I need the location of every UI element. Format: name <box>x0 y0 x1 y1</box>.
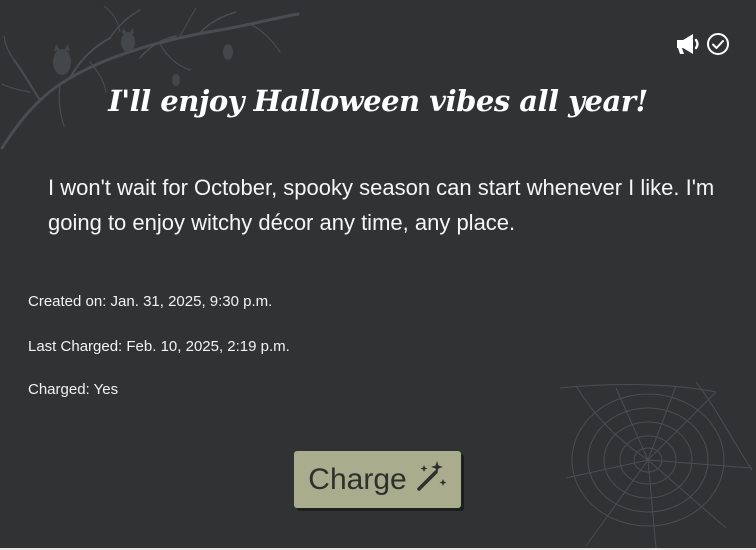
card-actions <box>674 30 732 58</box>
check-circle-icon[interactable] <box>704 30 732 58</box>
charged-status-text: Charged: Yes <box>28 381 119 398</box>
magic-wand-icon <box>415 459 449 501</box>
charge-button[interactable]: Charge <box>294 451 461 508</box>
megaphone-icon[interactable] <box>674 30 702 58</box>
last-charged-text: Last Charged: Feb. 10, 2025, 2:19 p.m. <box>28 338 290 355</box>
branch-owls-decoration <box>0 5 300 150</box>
goal-description: I won't wait for October, spooky season … <box>48 175 715 235</box>
charge-button-label: Charge <box>308 462 407 496</box>
goal-title: I'll enjoy Halloween vibes all year! <box>108 84 648 118</box>
goal-card: I'll enjoy Halloween vibes all year! I w… <box>0 0 756 550</box>
spider-web-decoration <box>559 381 753 548</box>
created-on-text: Created on: Jan. 31, 2025, 9:30 p.m. <box>28 293 273 310</box>
